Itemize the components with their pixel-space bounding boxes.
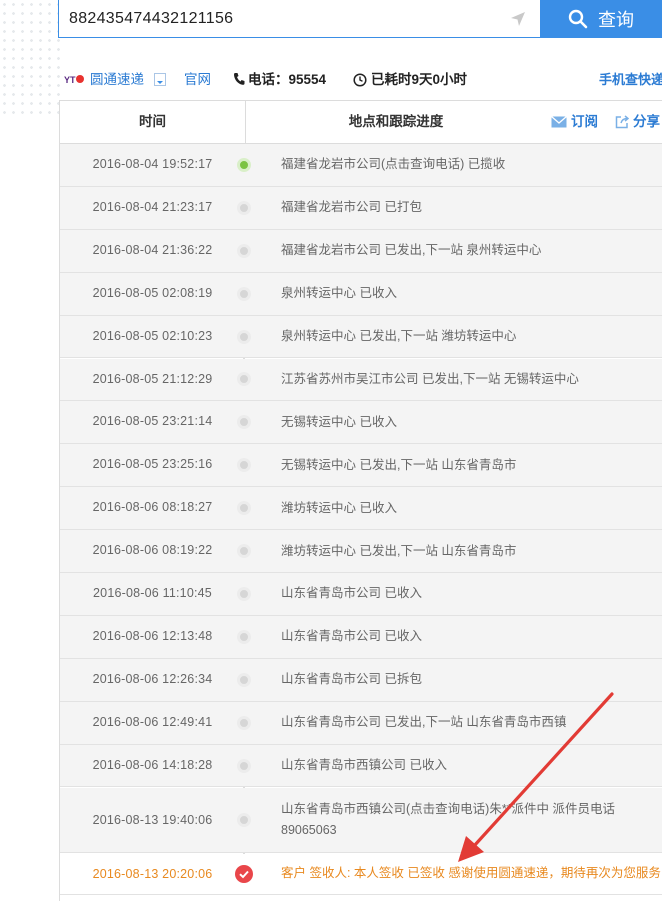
table-row: 2016-08-05 02:10:23 泉州转运中心 已发出,下一站 潍坊转运中心 bbox=[60, 315, 662, 359]
column-header-time: 时间 bbox=[60, 101, 246, 143]
table-row: 2016-08-06 12:26:34 山东省青岛市公司 已拆包 bbox=[60, 658, 662, 702]
chevron-down-icon bbox=[157, 81, 163, 84]
timeline-dot bbox=[237, 715, 251, 730]
mail-icon bbox=[551, 116, 567, 128]
location-arrow-icon[interactable] bbox=[509, 10, 527, 28]
table-row: 2016-08-06 08:18:27 潍坊转运中心 已收入 bbox=[60, 487, 662, 531]
svg-text:YT: YT bbox=[64, 75, 76, 85]
row-time: 2016-08-06 14:18:28 bbox=[92, 757, 213, 772]
row-description: 福建省龙岩市公司 已打包 bbox=[281, 200, 422, 215]
timeline-dot bbox=[237, 544, 251, 559]
background-dot-pattern bbox=[0, 0, 60, 120]
courier-dropdown[interactable] bbox=[154, 73, 166, 86]
share-link[interactable]: 分享 bbox=[615, 101, 660, 143]
row-time: 2016-08-06 12:13:48 bbox=[92, 628, 213, 643]
timeline-dot bbox=[237, 758, 251, 773]
row-description: 山东省青岛市公司 已收入 bbox=[281, 629, 422, 644]
search-button-label: 查询 bbox=[598, 10, 634, 30]
timeline-dot bbox=[237, 157, 251, 172]
timeline-dot bbox=[237, 200, 251, 215]
table-row: 2016-08-05 02:08:19 泉州转运中心 已收入 bbox=[60, 272, 662, 316]
table-row: 2016-08-05 23:25:16 无锡转运中心 已发出,下一站 山东省青岛市 bbox=[60, 444, 662, 488]
table-row: 2016-08-05 21:12:29 江苏省苏州市吴江市公司 已发出,下一站 无… bbox=[60, 358, 662, 402]
row-description: 无锡转运中心 已收入 bbox=[281, 414, 397, 429]
timeline-dot bbox=[237, 286, 251, 301]
table-row: 2016-08-06 14:18:28 山东省青岛市西镇公司 已收入 bbox=[60, 744, 662, 788]
row-time: 2016-08-05 23:25:16 bbox=[92, 457, 213, 472]
share-icon bbox=[615, 115, 629, 129]
row-description: 江苏省苏州市吴江市公司 已发出,下一站 无锡转运中心 bbox=[281, 371, 579, 386]
row-time: 2016-08-06 08:18:27 bbox=[92, 500, 213, 515]
timeline-dot bbox=[237, 501, 251, 516]
table-header: 时间 地点和跟踪进度 订阅 分享 bbox=[60, 101, 662, 144]
row-time: 2016-08-06 11:10:45 bbox=[93, 586, 212, 600]
timeline-dot bbox=[237, 458, 251, 473]
table-row: 2016-08-06 08:19:22 潍坊转运中心 已发出,下一站 山东省青岛市 bbox=[60, 530, 662, 573]
official-site-link[interactable]: 官网 bbox=[184, 70, 211, 90]
phone-number: 电话：95554 bbox=[248, 72, 327, 87]
timeline-dot bbox=[237, 629, 251, 644]
row-time: 2016-08-05 21:12:29 bbox=[92, 371, 213, 386]
timeline-dot bbox=[237, 812, 251, 827]
table-row: 2016-08-13 19:40:06 山东省青岛市西镇公司(点击查询电话)朱**… bbox=[60, 787, 662, 853]
search-bar: 查询 bbox=[58, 0, 662, 39]
timeline-dot bbox=[237, 372, 251, 387]
row-description[interactable]: 福建省龙岩市公司(点击查询电话) 已揽收 bbox=[281, 154, 661, 175]
row-time: 2016-08-04 21:23:17 bbox=[92, 199, 213, 214]
table-row: 2016-08-04 21:36:22 福建省龙岩市公司 已发出,下一站 泉州转运… bbox=[60, 229, 662, 273]
tracking-table: 时间 地点和跟踪进度 订阅 分享 2016-08-04 19:52:17 福建省龙… bbox=[59, 100, 662, 901]
courier-name-link[interactable]: 圆通速递 bbox=[90, 70, 144, 90]
timeline-dot bbox=[237, 586, 251, 601]
row-description: 福建省龙岩市公司 已发出,下一站 泉州转运中心 bbox=[281, 243, 542, 258]
row-description: 潍坊转运中心 已收入 bbox=[281, 500, 397, 515]
courier-info-bar: YT 圆通速递 官网 电话：95554 已耗时9天0小时 手机查快递 bbox=[64, 70, 662, 90]
subscribe-label: 订阅 bbox=[571, 114, 598, 129]
table-row: 2016-08-04 21:23:17 福建省龙岩市公司 已打包 bbox=[60, 186, 662, 230]
elapsed-time: 已耗时9天0小时 bbox=[371, 72, 468, 87]
row-time: 2016-08-05 02:08:19 bbox=[92, 285, 213, 300]
row-description: 泉州转运中心 已收入 bbox=[281, 286, 397, 301]
row-description: 山东省青岛市西镇公司 已收入 bbox=[281, 758, 447, 773]
row-time: 2016-08-06 08:19:22 bbox=[92, 543, 213, 558]
row-time: 2016-08-04 19:52:17 bbox=[92, 157, 213, 171]
row-time: 2016-08-04 21:36:22 bbox=[92, 242, 213, 257]
row-time: 2016-08-05 02:10:23 bbox=[92, 328, 213, 343]
row-time: 2016-08-13 20:20:06 bbox=[92, 866, 213, 881]
row-description: 泉州转运中心 已发出,下一站 潍坊转运中心 bbox=[281, 329, 517, 344]
table-row: 2016-08-13 20:20:06 客户 签收人: 本人签收 已签收 感谢使用… bbox=[60, 853, 662, 895]
timeline-dot bbox=[237, 672, 251, 687]
row-time: 2016-08-13 19:40:06 bbox=[92, 812, 213, 827]
yto-logo-icon: YT bbox=[64, 75, 84, 85]
search-icon bbox=[568, 9, 588, 29]
row-time: 2016-08-05 23:21:14 bbox=[92, 414, 213, 429]
row-description: 潍坊转运中心 已发出,下一站 山东省青岛市 bbox=[281, 543, 517, 558]
timeline-dot bbox=[237, 415, 251, 430]
row-description: 山东省青岛市公司 已拆包 bbox=[281, 672, 422, 687]
signed-check-icon bbox=[235, 864, 253, 883]
phone-icon bbox=[234, 73, 245, 85]
row-description: 山东省青岛市公司 已发出,下一站 山东省青岛市西镇 bbox=[281, 715, 567, 730]
mobile-query-link[interactable]: 手机查快递 bbox=[599, 70, 662, 90]
row-description: 客户 签收人: 本人签收 已签收 感谢使用圆通速递，期待再次为您服务 bbox=[281, 866, 661, 880]
row-description: 无锡转运中心 已发出,下一站 山东省青岛市 bbox=[281, 457, 517, 472]
timeline-dot bbox=[237, 329, 251, 344]
row-time: 2016-08-06 12:26:34 bbox=[92, 671, 213, 686]
timeline-dot bbox=[237, 243, 251, 258]
table-row: 2016-08-05 23:21:14 无锡转运中心 已收入 bbox=[60, 401, 662, 445]
row-description: 山东省青岛市公司 已收入 bbox=[281, 586, 422, 601]
search-button[interactable]: 查询 bbox=[540, 0, 662, 38]
row-description[interactable]: 山东省青岛市西镇公司(点击查询电话)朱**派件中 派件员电话 89065063 bbox=[281, 799, 661, 841]
column-header-location: 地点和跟踪进度 bbox=[348, 114, 444, 129]
table-row: 2016-08-06 12:13:48 山东省青岛市公司 已收入 bbox=[60, 615, 662, 659]
clock-icon bbox=[353, 73, 367, 87]
row-time: 2016-08-06 12:49:41 bbox=[92, 714, 213, 729]
subscribe-link[interactable]: 订阅 bbox=[551, 101, 598, 143]
table-row: 2016-08-06 12:49:41 山东省青岛市公司 已发出,下一站 山东省青… bbox=[60, 701, 662, 745]
share-label: 分享 bbox=[633, 114, 660, 129]
table-row: 2016-08-04 19:52:17 福建省龙岩市公司(点击查询电话) 已揽收 bbox=[60, 144, 662, 187]
tracking-number-input[interactable] bbox=[58, 0, 552, 38]
table-row: 2016-08-06 11:10:45 山东省青岛市公司 已收入 bbox=[60, 573, 662, 616]
